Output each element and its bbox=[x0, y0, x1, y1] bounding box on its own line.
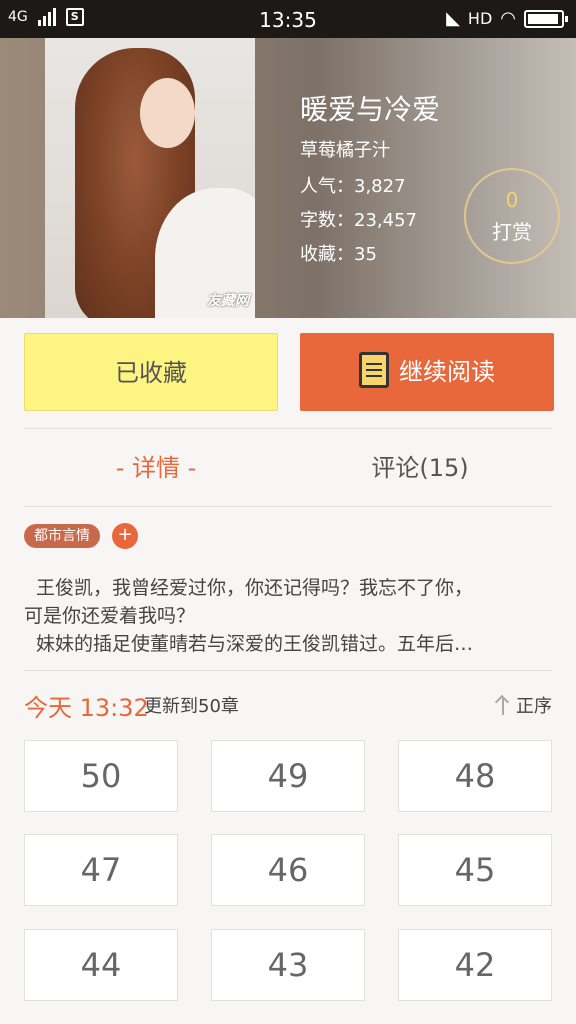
sort-label: 正序 bbox=[516, 696, 552, 717]
status-right: ◣ HD ◠ bbox=[446, 8, 568, 29]
tab-detail[interactable]: - 详情 - bbox=[24, 448, 288, 488]
update-time: 今天 13:32 bbox=[24, 694, 149, 722]
chapter-button[interactable]: 45 bbox=[398, 834, 552, 906]
tip-count: 0 bbox=[505, 188, 519, 212]
book-popularity: 人气：3,827 bbox=[300, 176, 406, 197]
chapter-button[interactable]: 46 bbox=[211, 834, 365, 906]
chapter-button[interactable]: 43 bbox=[211, 929, 365, 1001]
continue-reading-button[interactable]: 继续阅读 bbox=[300, 333, 554, 411]
book-favorites: 收藏：35 bbox=[300, 244, 377, 265]
tip-button[interactable]: 0 打赏 bbox=[464, 168, 560, 264]
cover-watermark: 友藏网 bbox=[207, 293, 249, 309]
chapter-button[interactable]: 42 bbox=[398, 929, 552, 1001]
divider bbox=[24, 428, 552, 429]
update-note: 更新到50章 bbox=[144, 696, 239, 717]
hd-indicator: HD bbox=[467, 9, 493, 28]
book-icon bbox=[359, 352, 389, 388]
genre-tag[interactable]: 都市言情 bbox=[24, 524, 100, 548]
tab-comments[interactable]: 评论(15) bbox=[288, 448, 552, 488]
sort-toggle[interactable]: 正序 bbox=[496, 692, 552, 718]
chapter-button[interactable]: 48 bbox=[398, 740, 552, 812]
battery-icon bbox=[524, 9, 568, 28]
chapter-button[interactable]: 47 bbox=[24, 834, 178, 906]
description-line: 妹妹的插足使董晴若与深爱的王俊凯错过。五年后… bbox=[36, 633, 474, 655]
description-line: 王俊凯，我曾经爱过你，你还记得吗？我忘不了你， bbox=[36, 577, 474, 599]
chapter-button[interactable]: 44 bbox=[24, 929, 178, 1001]
divider bbox=[24, 670, 552, 671]
mute-icon: ◣ bbox=[446, 8, 460, 29]
book-word-count: 字数：23,457 bbox=[300, 210, 417, 231]
book-header: 友藏网 暖爱与冷爱 草莓橘子汁 人气：3,827 字数：23,457 收藏：35… bbox=[0, 38, 576, 318]
favorited-button[interactable]: 已收藏 bbox=[24, 333, 278, 411]
book-cover-image: 友藏网 bbox=[45, 38, 255, 318]
divider bbox=[24, 506, 552, 507]
book-author[interactable]: 草莓橘子汁 bbox=[300, 136, 390, 162]
chapter-button[interactable]: 49 bbox=[211, 740, 365, 812]
description-line: 可是你还爱着我吗？ bbox=[24, 605, 196, 627]
status-bar: 4G S 13:35 ◣ HD ◠ bbox=[0, 0, 576, 38]
tip-label: 打赏 bbox=[492, 220, 532, 244]
book-title: 暖爱与冷爱 bbox=[300, 93, 441, 126]
chapter-button[interactable]: 50 bbox=[24, 740, 178, 812]
favorited-label: 已收藏 bbox=[115, 359, 187, 387]
book-description[interactable]: 王俊凯，我曾经爱过你，你还记得吗？我忘不了你， 可是你还爱着我吗？ 妹妹的插足使… bbox=[24, 574, 554, 658]
wifi-icon: ◠ bbox=[500, 8, 516, 29]
arrow-up-icon bbox=[496, 695, 510, 715]
continue-reading-label: 继续阅读 bbox=[399, 358, 495, 386]
add-tag-button[interactable]: + bbox=[112, 523, 138, 549]
